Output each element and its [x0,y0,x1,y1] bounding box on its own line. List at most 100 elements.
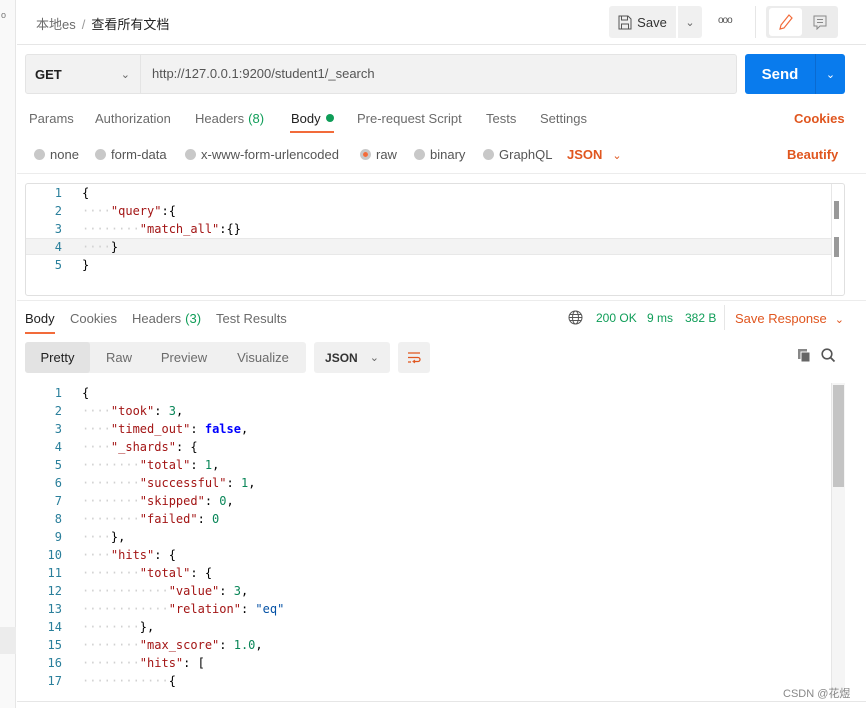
tab-params[interactable]: Params [29,111,74,126]
tab-settings[interactable]: Settings [540,111,587,126]
radio-button[interactable] [34,149,45,160]
code-token: ···· [82,548,111,562]
body-type-form-data[interactable]: form-data [95,147,167,162]
view-mode-pretty[interactable]: Pretty [25,342,90,373]
code-token: : [190,422,205,436]
code-token: : [ [183,656,205,670]
code-token: : [219,584,234,598]
tab-authorization[interactable]: Authorization [95,111,171,126]
code-line: ········"total": 1, [82,458,219,472]
divider [17,701,866,702]
radio-button[interactable] [483,149,494,160]
code-line: ········"hits": [ [82,656,205,670]
method-select[interactable]: GET ⌄ [25,54,141,94]
response-size[interactable]: 382 B [685,311,716,325]
response-tab-cookies[interactable]: Cookies [70,311,117,326]
comments-button[interactable] [806,8,834,36]
save-response-button[interactable]: Save Response ⌄ [735,311,844,326]
save-button[interactable]: Save [609,6,676,38]
body-type-none[interactable]: none [34,147,79,162]
body-type-label: form-data [111,147,167,162]
tab-headers[interactable]: Headers (8) [195,111,264,126]
code-token: { [82,186,90,200]
sidebar-selected-item[interactable] [0,627,16,654]
code-token: "total" [139,458,191,472]
code-token: : [197,512,213,526]
tab-pre-request-script[interactable]: Pre-request Script [357,111,462,126]
code-line: ········"skipped": 0, [82,494,234,508]
view-mode-visualize[interactable]: Visualize [220,342,306,373]
line-number: 14 [47,620,62,634]
line-number: 8 [54,512,62,526]
line-number: 4 [54,440,62,454]
response-tab-headers[interactable]: Headers (3) [132,311,201,326]
tab-count: (3) [185,311,202,326]
radio-button[interactable] [185,149,196,160]
code-token: 3 [168,404,176,418]
body-type-label: GraphQL [499,147,553,162]
sidebar-strip: o [0,0,16,708]
response-tab-body[interactable]: Body [25,311,55,326]
response-time[interactable]: 9 ms [647,311,673,325]
body-type-raw[interactable]: raw [360,147,397,162]
code-line: ····"_shards": { [82,440,198,454]
url-input[interactable]: http://127.0.0.1:9200/student1/_search [152,66,375,81]
wrap-icon [408,352,421,364]
code-line: ····}, [82,530,125,544]
code-token: ········ [82,476,140,490]
view-mode-preview[interactable]: Preview [148,342,220,373]
chevron-down-icon: ⌄ [825,68,836,81]
cookies-link[interactable]: Cookies [794,111,845,126]
code-token: , [240,422,249,436]
code-line: ········"max_score": 1.0, [82,638,263,652]
breadcrumb-collection[interactable]: 本地es [36,17,76,32]
beautify-link[interactable]: Beautify [787,147,838,162]
request-title[interactable]: 查看所有文档 [91,17,169,32]
view-mode-raw[interactable]: Raw [90,342,148,373]
send-button[interactable]: Send [745,54,815,94]
response-scrollbar[interactable] [833,385,844,487]
line-number: 6 [54,476,62,490]
save-dropdown-button[interactable]: ⌄ [678,6,702,38]
code-token: , [255,638,263,652]
editor-scroll-track [831,184,832,295]
editor-scrollbar[interactable] [834,201,839,219]
code-token: ············ [82,602,169,616]
tab-body[interactable]: Body [291,111,334,126]
copy-icon[interactable] [797,348,811,366]
code-token: ···· [82,404,111,418]
body-type-x-www-form-urlencoded[interactable]: x-www-form-urlencoded [185,147,339,162]
chevron-down-icon: ⌄ [369,352,379,364]
code-token: ········ [82,656,140,670]
radio-button[interactable] [360,149,371,160]
line-number: 16 [47,656,62,670]
code-token: : [219,638,234,652]
line-number: 17 [47,674,62,688]
code-line: } [82,258,89,272]
response-tab-test-results[interactable]: Test Results [216,311,287,326]
radio-button[interactable] [95,149,106,160]
status-code[interactable]: 200 OK [596,311,637,325]
chevron-down-icon: ⌄ [685,16,695,29]
active-tab-indicator [290,131,334,133]
save-icon [618,15,632,29]
body-format-select[interactable]: JSON ⌄ [567,147,622,162]
active-line-highlight [26,238,831,255]
save-response-label: Save Response [735,311,827,326]
more-options-button[interactable]: ooo [718,15,733,26]
code-token: ········ [82,512,140,526]
wrap-lines-button[interactable] [398,342,430,373]
code-token: false [204,422,241,436]
edit-mode-button[interactable] [769,8,802,36]
search-icon[interactable] [821,348,836,366]
send-dropdown-button[interactable]: ⌄ [815,54,845,94]
body-type-GraphQL[interactable]: GraphQL [483,147,552,162]
tab-tests[interactable]: Tests [486,111,516,126]
response-format-select[interactable]: JSON ⌄ [314,342,390,373]
body-format-value: JSON [567,147,603,162]
tab-count: (8) [248,111,265,126]
tab-label: Pre-request Script [357,111,462,126]
radio-button[interactable] [414,149,425,160]
code-token: ········ [82,222,140,236]
body-type-binary[interactable]: binary [414,147,465,162]
